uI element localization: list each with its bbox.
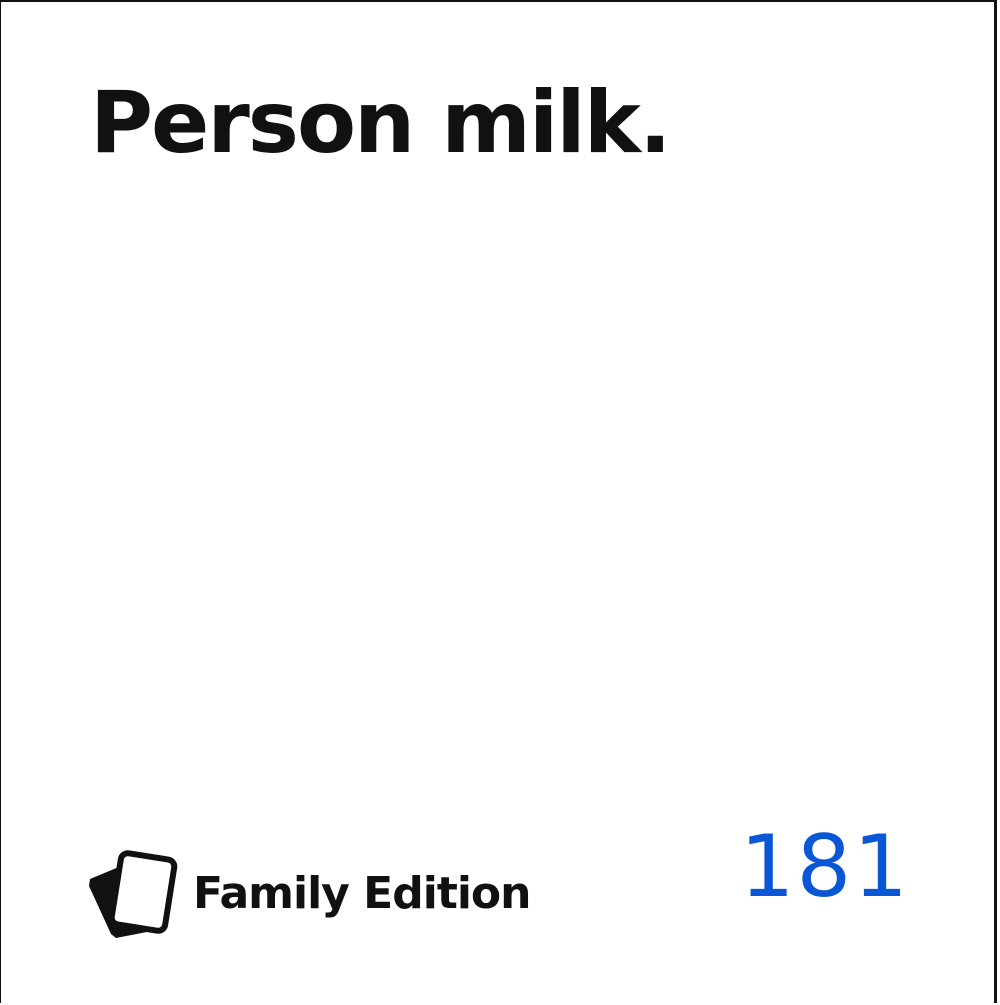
brand: Family Edition (87, 850, 531, 940)
card-number: 181 (739, 817, 910, 917)
edition-label: Family Edition (193, 867, 531, 919)
card-text: Person milk. (90, 73, 672, 173)
game-card: Person milk. Family Edition 181 (0, 0, 997, 1003)
stacked-cards-icon (89, 850, 178, 938)
